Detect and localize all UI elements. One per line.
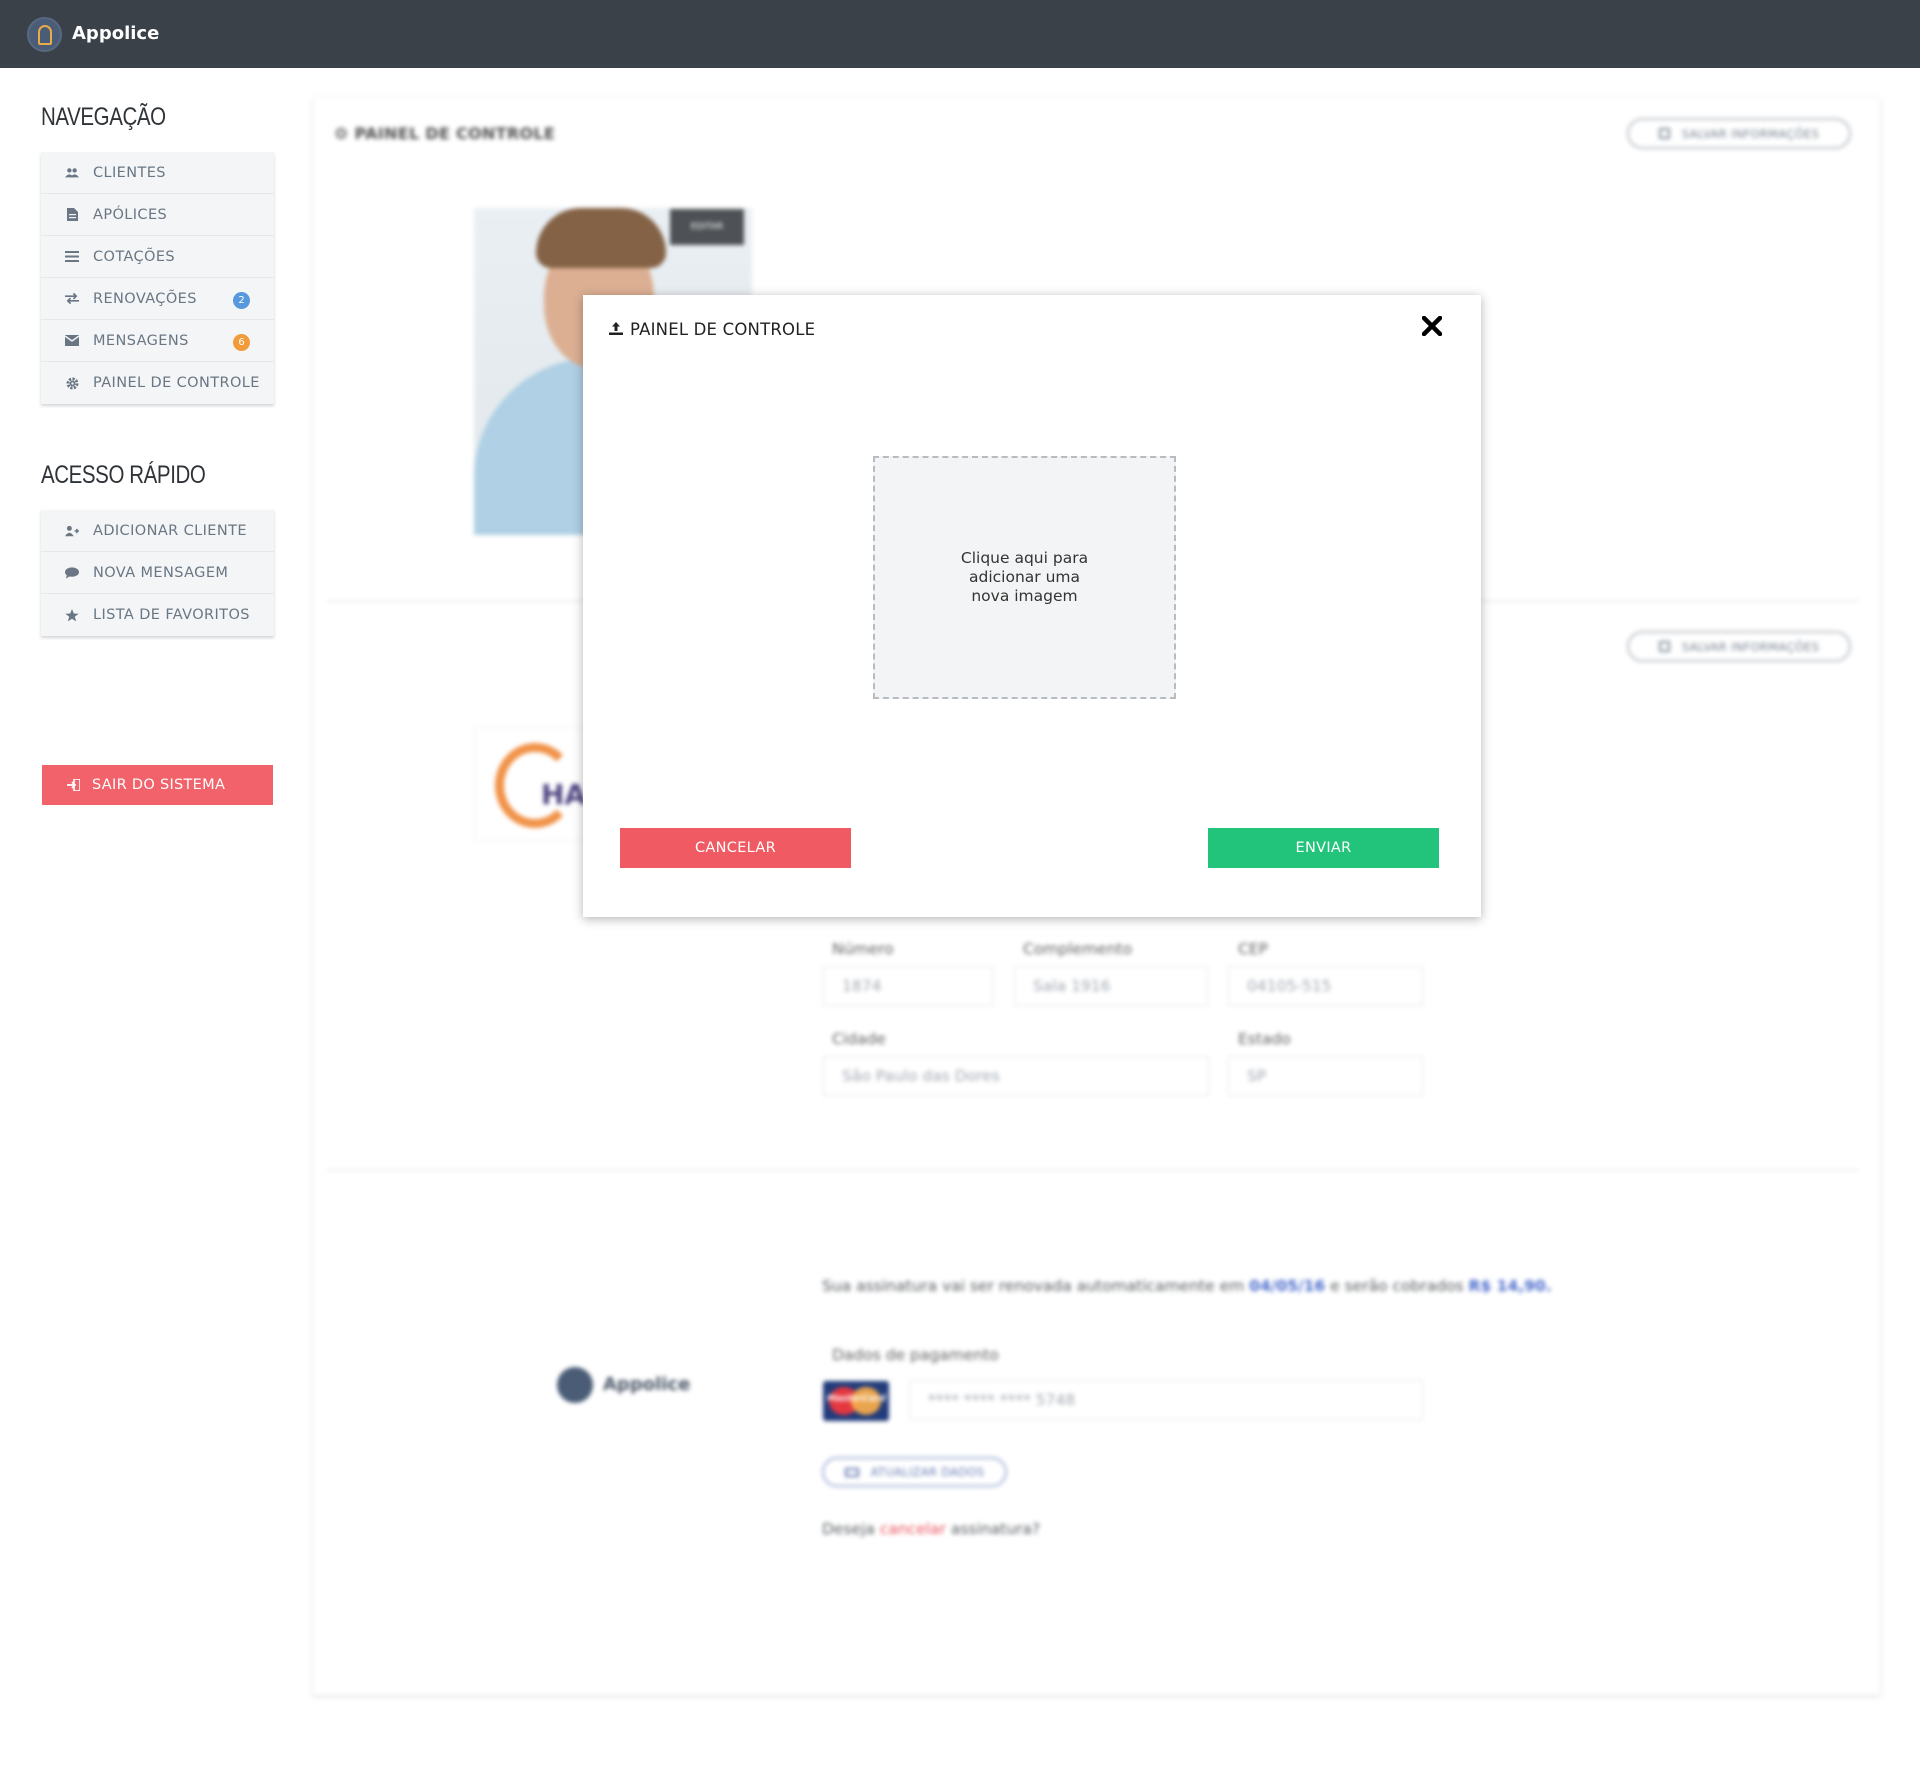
image-dropzone[interactable]: Clique aqui para adicionar uma nova imag…: [873, 456, 1176, 699]
send-button[interactable]: ENVIAR: [1208, 828, 1439, 868]
upload-modal: PAINEL DE CONTROLE Clique aqui para adic…: [583, 295, 1481, 917]
modal-title: PAINEL DE CONTROLE: [630, 320, 816, 339]
cancel-button[interactable]: CANCELAR: [620, 828, 851, 868]
close-icon[interactable]: [1421, 315, 1443, 338]
dropzone-text: Clique aqui para adicionar uma nova imag…: [960, 549, 1089, 605]
upload-icon: [609, 322, 625, 338]
